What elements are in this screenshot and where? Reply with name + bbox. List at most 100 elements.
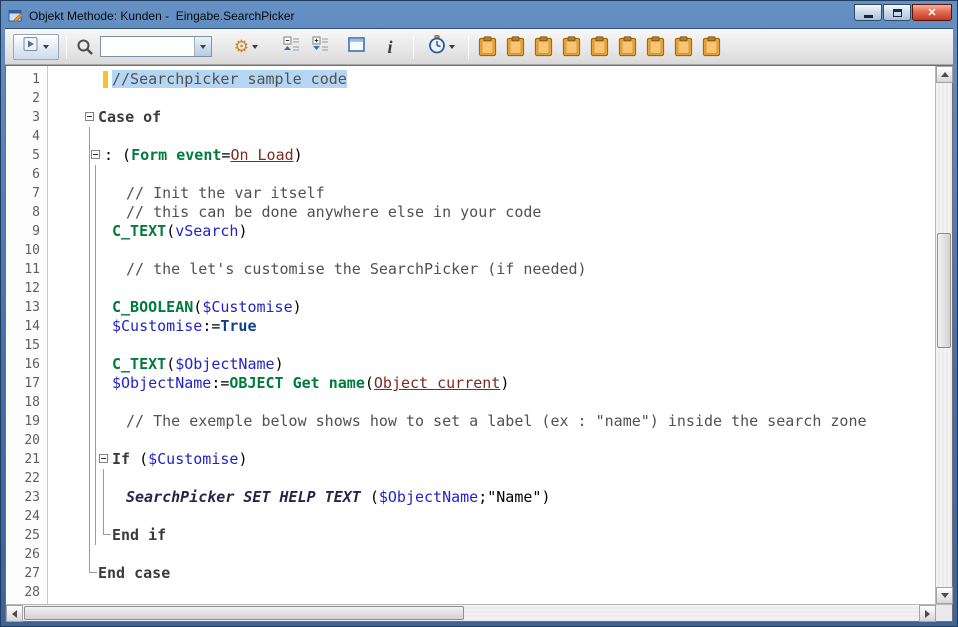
- code-line-20[interactable]: [48, 431, 935, 450]
- method-settings-button[interactable]: ⚙: [226, 34, 266, 60]
- code-line-18[interactable]: [48, 393, 935, 412]
- line-number: 19: [6, 412, 40, 431]
- code-line-16[interactable]: C_TEXT($ObjectName): [48, 355, 935, 374]
- minimize-button[interactable]: [854, 4, 882, 21]
- clipboard-6-button[interactable]: [618, 36, 637, 58]
- clipboard-8-button[interactable]: [674, 36, 693, 58]
- fold-toggle-icon[interactable]: [85, 112, 94, 121]
- line-number: 14: [6, 317, 40, 336]
- close-button[interactable]: ✕: [912, 4, 952, 21]
- code-line-5[interactable]: : (Form event=On Load): [48, 146, 935, 165]
- titlebar[interactable]: Objekt Methode: Kunden - Eingabe.SearchP…: [5, 1, 953, 28]
- information-button[interactable]: i: [377, 34, 403, 60]
- code-line-10[interactable]: [48, 241, 935, 260]
- code-line-17[interactable]: $ObjectName:=OBJECT Get name(Object curr…: [48, 374, 935, 393]
- clipboard-4-button[interactable]: [562, 36, 581, 58]
- code-line-27[interactable]: End case: [48, 564, 935, 583]
- code-line-25[interactable]: End if: [48, 526, 935, 545]
- code-token: vSearch: [175, 222, 238, 240]
- clipboard-9-button[interactable]: [702, 36, 721, 58]
- code-line-12[interactable]: [48, 279, 935, 298]
- clipboard-3-button[interactable]: [534, 36, 553, 58]
- preview-zone-button[interactable]: [343, 34, 369, 60]
- line-number: 6: [6, 165, 40, 184]
- code-token: ): [238, 450, 247, 468]
- clipboard-5-button[interactable]: [590, 36, 609, 58]
- line-number: 4: [6, 127, 40, 146]
- line-number: 28: [6, 583, 40, 602]
- code-line-6[interactable]: [48, 165, 935, 184]
- scrollbar-corner: [936, 605, 952, 621]
- code-line-23[interactable]: SearchPicker SET HELP TEXT ($ObjectName;…: [48, 488, 935, 507]
- code-token: ): [293, 298, 302, 316]
- fold-toggle-icon[interactable]: [91, 150, 100, 159]
- method-window-icon: [8, 8, 24, 24]
- code-area[interactable]: //Searchpicker sample code Case of : (Form…: [48, 66, 935, 604]
- horizontal-scrollbar-thumb[interactable]: [24, 606, 464, 620]
- code-token: ): [541, 488, 550, 506]
- code-line-7[interactable]: // Init the var itself: [48, 184, 935, 203]
- code-line-13[interactable]: C_BOOLEAN($Customise): [48, 298, 935, 317]
- expand-all-icon: [312, 36, 329, 57]
- code-line-2[interactable]: [48, 89, 935, 108]
- code-token: $ObjectName: [175, 355, 274, 373]
- horizontal-scroll-track[interactable]: [23, 605, 919, 621]
- vertical-scrollbar-thumb[interactable]: [937, 233, 951, 348]
- scroll-right-button[interactable]: [919, 605, 936, 622]
- line-number: 27: [6, 564, 40, 583]
- clipboard-1-button[interactable]: [478, 36, 497, 58]
- code-token: ): [238, 222, 247, 240]
- search-dropdown-button[interactable]: [194, 37, 211, 56]
- code-line-3[interactable]: Case of: [48, 108, 935, 127]
- line-number: 17: [6, 374, 40, 393]
- execute-method-button[interactable]: [13, 34, 59, 60]
- code-line-15[interactable]: [48, 336, 935, 355]
- code-line-8[interactable]: // this can be done anywhere else in you…: [48, 203, 935, 222]
- gear-icon: ⚙: [234, 38, 249, 55]
- macros-button[interactable]: [421, 34, 461, 60]
- chevron-down-icon: [252, 45, 258, 49]
- search-combobox[interactable]: [100, 36, 212, 57]
- chevron-down-icon: [200, 45, 206, 49]
- line-number: 20: [6, 431, 40, 450]
- code-line-14[interactable]: $Customise:=True: [48, 317, 935, 336]
- run-icon: [23, 36, 39, 57]
- scroll-up-button[interactable]: [936, 66, 953, 83]
- code-line-4[interactable]: [48, 127, 935, 146]
- horizontal-scrollbar[interactable]: [6, 604, 952, 621]
- code-line-1[interactable]: //Searchpicker sample code: [48, 70, 935, 89]
- code-line-28[interactable]: [48, 583, 935, 602]
- maximize-button[interactable]: [883, 4, 911, 21]
- code-token: Form event: [131, 146, 221, 164]
- clipboard-buttons: [478, 36, 721, 58]
- code-token: ): [294, 146, 303, 164]
- line-number: 18: [6, 393, 40, 412]
- fold-toggle-icon[interactable]: [99, 454, 108, 463]
- code-token: End if: [112, 526, 166, 544]
- code-token: ;: [478, 488, 487, 506]
- code-line-19[interactable]: // The exemple below shows how to set a …: [48, 412, 935, 431]
- code-token: (: [361, 488, 379, 506]
- toolbar: ⚙: [5, 28, 953, 65]
- code-line-24[interactable]: [48, 507, 935, 526]
- expand-all-button[interactable]: [307, 34, 333, 60]
- code-line-26[interactable]: [48, 545, 935, 564]
- vertical-scrollbar[interactable]: [935, 66, 952, 604]
- clipboard-7-button[interactable]: [646, 36, 665, 58]
- code-lines: //Searchpicker sample code Case of : (Form…: [48, 70, 935, 602]
- search-input[interactable]: [101, 37, 194, 56]
- code-line-22[interactable]: [48, 469, 935, 488]
- code-line-9[interactable]: C_TEXT(vSearch): [48, 222, 935, 241]
- code-token: Object current: [374, 374, 500, 392]
- collapse-all-button[interactable]: [278, 34, 304, 60]
- line-number: 3: [6, 108, 40, 127]
- code-line-21[interactable]: If ($Customise): [48, 450, 935, 469]
- clipboard-2-button[interactable]: [506, 36, 525, 58]
- code-token: (: [193, 298, 202, 316]
- scroll-left-button[interactable]: [6, 605, 23, 622]
- line-number: 7: [6, 184, 40, 203]
- code-line-11[interactable]: // the let's customise the SearchPicker …: [48, 260, 935, 279]
- scroll-down-button[interactable]: [936, 587, 953, 604]
- code-token: (: [365, 374, 374, 392]
- vertical-scroll-track[interactable]: [936, 83, 952, 587]
